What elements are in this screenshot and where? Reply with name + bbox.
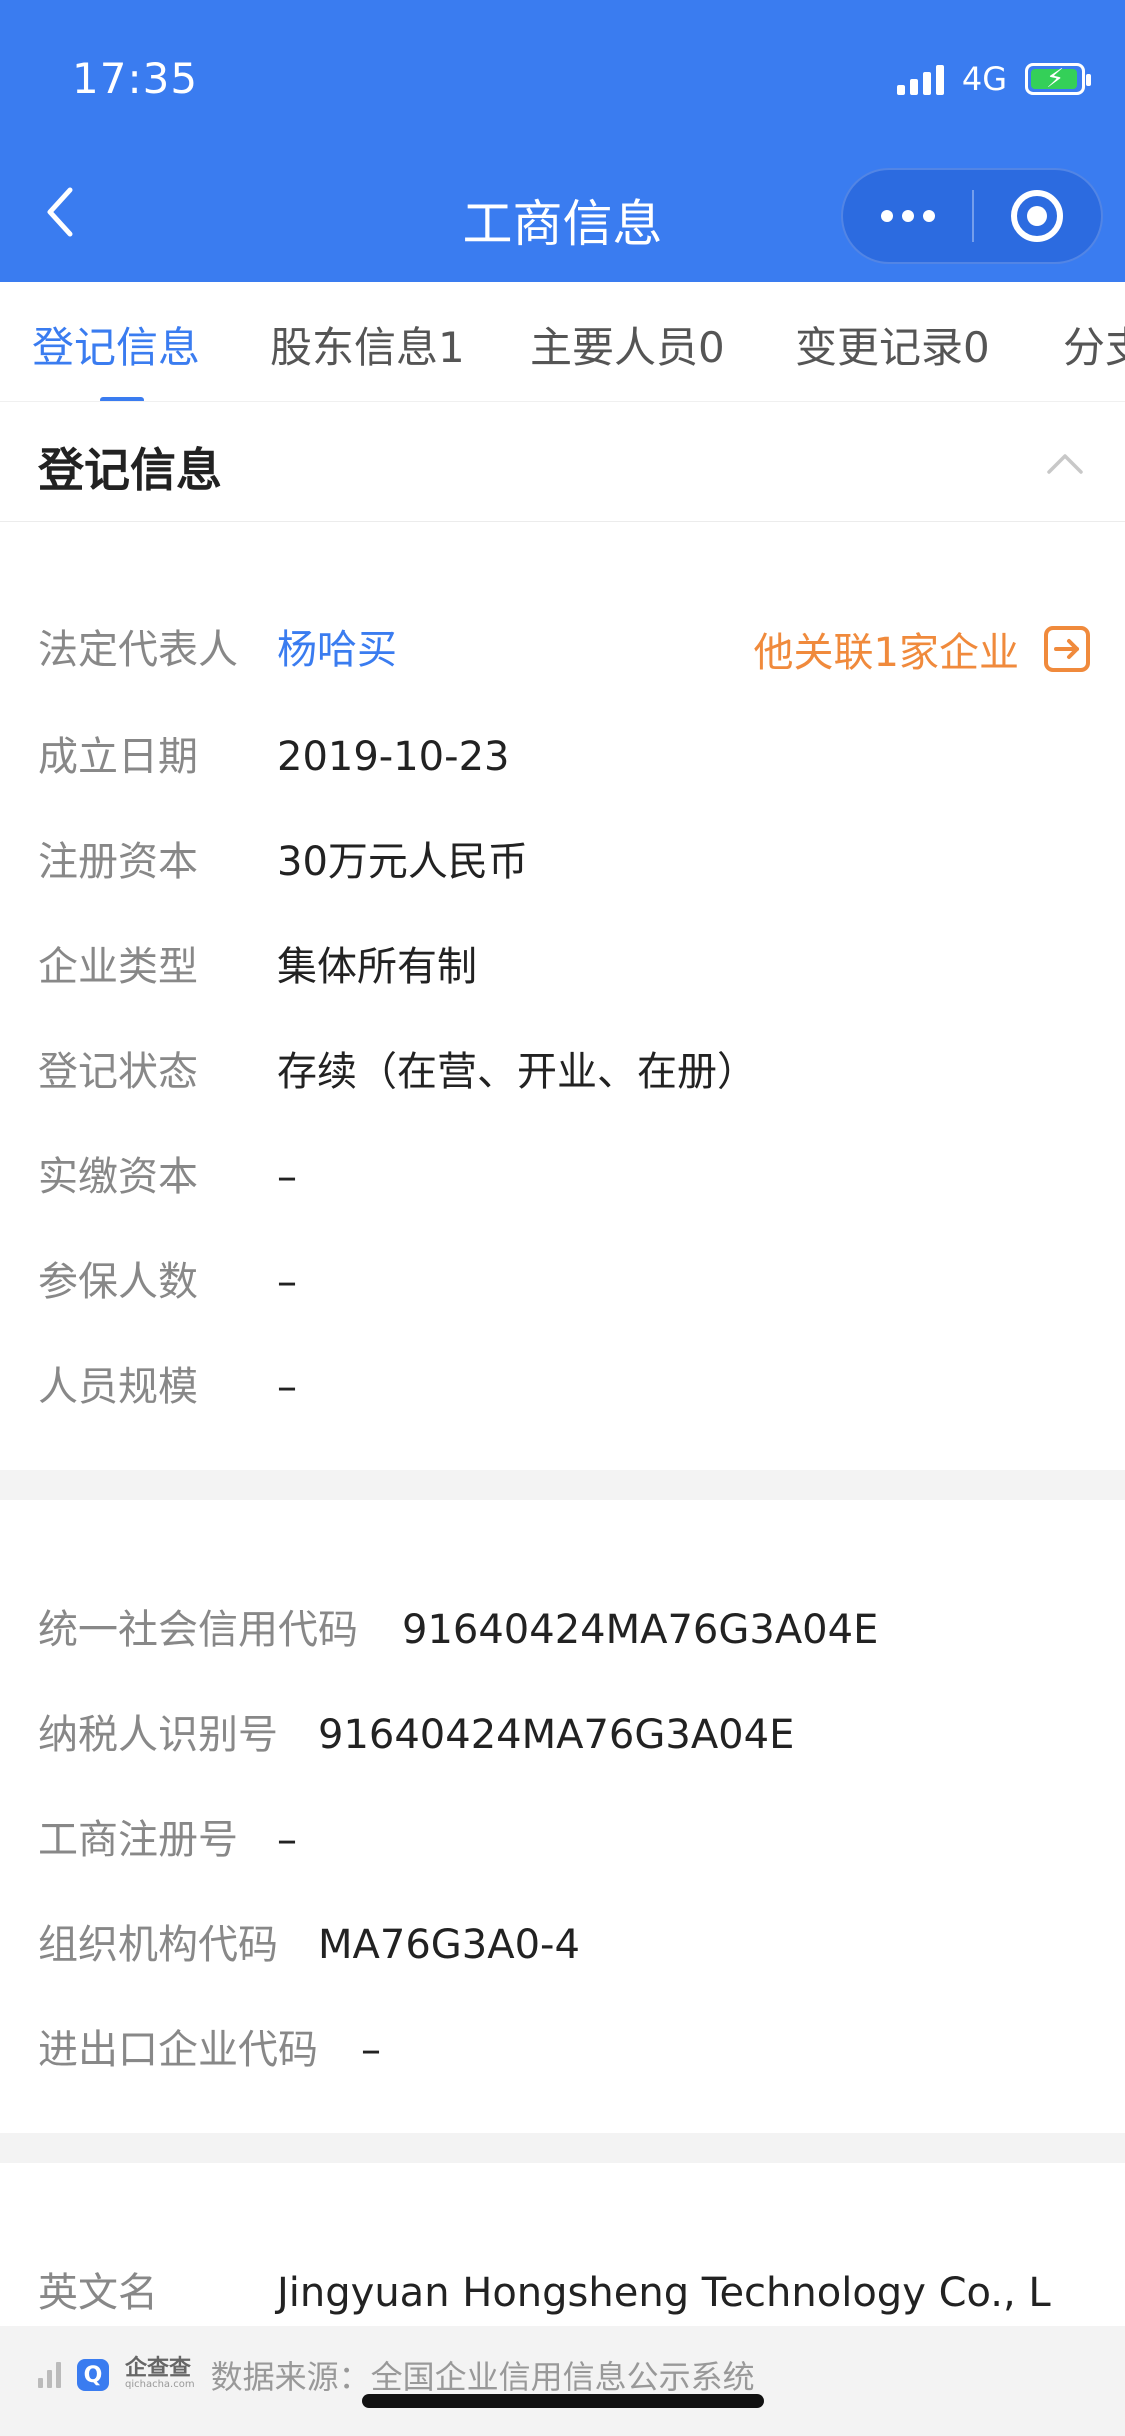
tab-bar: 登记信息 股东信息1 主要人员0 变更记录0 分支 [0,282,1125,402]
insured-label: 参保人数 [38,1259,198,1305]
tab-branches[interactable]: 分支 [1063,314,1125,375]
reg-number-row: 工商注册号 – [38,1810,297,1870]
english-name-value: Jingyuan Hongsheng Technology Co., L [277,2270,1051,2316]
org-code-value: MA76G3A0-4 [318,1922,580,1968]
related-companies-link[interactable]: 他关联1家企业 [754,620,1091,678]
org-code-label: 组织机构代码 [38,1922,278,1968]
reg-number-value: – [277,1817,297,1863]
active-tab-indicator [100,397,144,401]
section-divider [0,2133,1125,2163]
target-icon [1011,190,1064,242]
section-divider [0,1470,1125,1500]
tab-shareholders[interactable]: 股东信息1 [270,314,465,375]
company-type-value: 集体所有制 [277,944,477,990]
insured-row: 参保人数 – [38,1252,297,1312]
qichacha-logo-text: 企查查 qichacha.com [125,2356,195,2391]
found-date-value: 2019-10-23 [277,734,510,780]
app-header: 17:35 4G ⚡ 工商信息 [0,0,1125,282]
company-type-row: 企业类型 集体所有制 [38,937,477,997]
arrow-right-box-icon [1044,626,1090,672]
qichacha-logo-icon: Q [77,2359,109,2391]
staff-scale-row: 人员规模 – [38,1357,297,1417]
tax-id-row: 纳税人识别号 91640424MA76G3A04E [38,1705,794,1765]
import-export-row: 进出口企业代码 – [38,2020,381,2080]
close-miniapp-button[interactable] [974,170,1101,262]
credit-code-row: 统一社会信用代码 91640424MA76G3A04E [38,1600,878,1660]
found-date-label: 成立日期 [38,734,198,780]
tax-id-label: 纳税人识别号 [38,1712,278,1758]
home-indicator[interactable] [362,2394,764,2408]
tax-id-value: 91640424MA76G3A04E [318,1712,795,1758]
found-date-row: 成立日期 2019-10-23 [38,727,509,787]
staff-scale-value: – [277,1364,297,1410]
credit-code-value: 91640424MA76G3A04E [402,1607,879,1653]
org-code-row: 组织机构代码 MA76G3A0-4 [38,1915,580,1975]
legal-rep-row: 法定代表人 杨哈买 [38,620,397,680]
more-icon[interactable] [843,170,972,262]
capital-value: 30万元人民币 [277,839,528,885]
legal-rep-link[interactable]: 杨哈买 [277,620,397,680]
data-source-text: 数据来源：全国企业信用信息公示系统 [210,2358,755,2396]
tab-registration[interactable]: 登记信息 [32,314,200,375]
footer-content: Q 企查查 qichacha.com 数据来源：全国企业信用信息公示系统 [38,2352,755,2398]
paid-capital-row: 实缴资本 – [38,1147,297,1207]
english-name-label: 英文名 [38,2270,158,2316]
reg-status-value: 存续（在营、开业、在册） [277,1049,757,1095]
section-title: 登记信息 [38,443,222,497]
import-export-value: – [361,2027,381,2073]
data-source-footer: Q 企查查 qichacha.com 数据来源：全国企业信用信息公示系统 [0,2326,1125,2436]
status-indicators: 4G ⚡ [896,60,1091,98]
battery-icon: ⚡ [1025,63,1091,95]
tab-key-personnel[interactable]: 主要人员0 [530,314,725,375]
bar-chart-icon [38,2362,61,2388]
chevron-up-icon[interactable] [1045,444,1085,484]
reg-status-row: 登记状态 存续（在营、开业、在册） [38,1042,757,1102]
capital-label: 注册资本 [38,839,198,885]
reg-status-label: 登记状态 [38,1049,198,1095]
paid-capital-label: 实缴资本 [38,1154,198,1200]
reg-number-label: 工商注册号 [38,1817,238,1863]
status-time: 17:35 [72,54,199,103]
english-name-row: 英文名 Jingyuan Hongsheng Technology Co., L [38,2263,1051,2323]
credit-code-label: 统一社会信用代码 [38,1607,358,1653]
insured-value: – [277,1259,297,1305]
section-header[interactable]: 登记信息 [0,404,1125,522]
related-companies-label: 他关联1家企业 [753,630,1019,676]
paid-capital-value: – [277,1154,297,1200]
capital-row: 注册资本 30万元人民币 [38,832,528,892]
company-type-label: 企业类型 [38,944,198,990]
legal-rep-label: 法定代表人 [38,627,238,673]
network-type: 4G [961,60,1007,98]
staff-scale-label: 人员规模 [38,1364,198,1410]
tab-change-records[interactable]: 变更记录0 [795,314,990,375]
import-export-label: 进出口企业代码 [38,2027,318,2073]
miniapp-capsule [841,168,1103,264]
signal-icon [896,63,944,95]
